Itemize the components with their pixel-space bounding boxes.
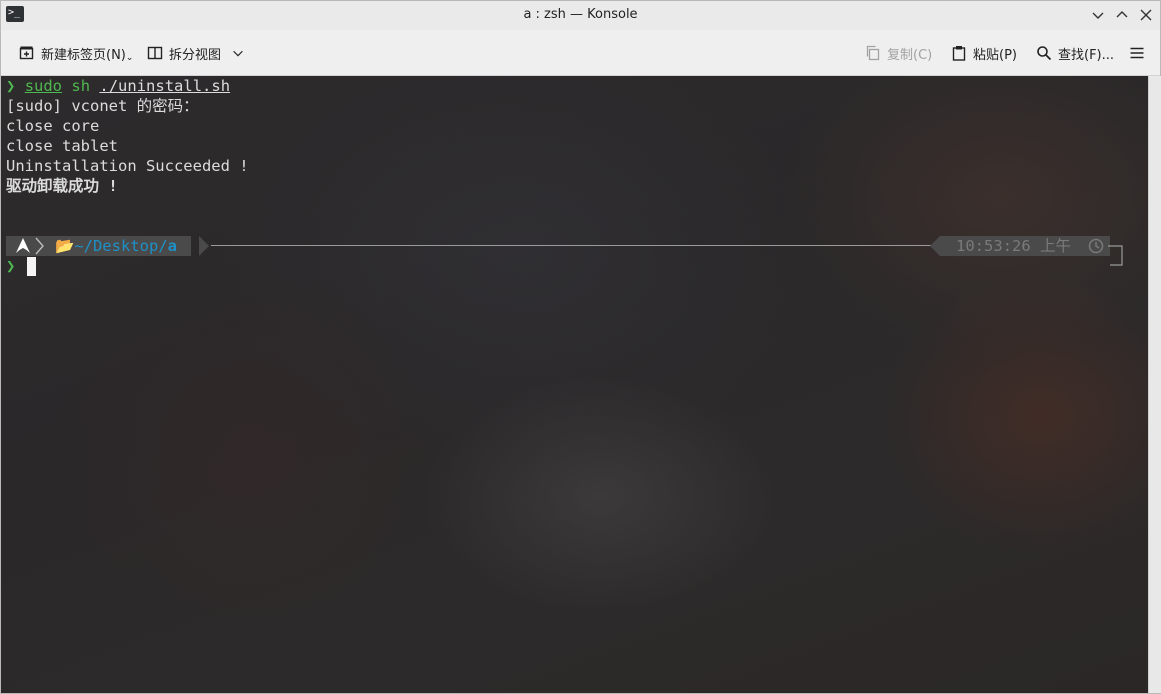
- split-view-icon: [147, 46, 163, 60]
- segment-arrow-icon: [199, 236, 209, 256]
- segment-arrow-icon: [930, 236, 940, 256]
- window-title: a : zsh — Konsole: [523, 7, 638, 22]
- new-tab-label: 新建标签页(N): [41, 47, 126, 63]
- text-cursor: [27, 257, 36, 276]
- search-icon: [1037, 46, 1052, 61]
- konsole-window: >_ a : zsh — Konsole 新建标签页(N) ⌄ 拆分视图 复制(…: [0, 0, 1161, 694]
- prompt-bar: 📂~/Desktop/a 10:53:26 上午: [6, 236, 1124, 266]
- cmd-sh: sh: [71, 77, 91, 95]
- new-tab-icon: [19, 46, 34, 60]
- close-button[interactable]: [1136, 5, 1156, 25]
- cmd-sudo: sudo: [24, 77, 63, 95]
- clock-icon: [1088, 238, 1104, 254]
- output-line: close core: [6, 117, 100, 135]
- prompt-symbol: ❯: [6, 77, 16, 95]
- paste-icon: [952, 46, 966, 61]
- output-line: close tablet: [6, 137, 118, 155]
- dir-prefix: ~/Desktop/: [74, 237, 168, 255]
- output-line: Uninstallation Succeeded !: [6, 157, 249, 175]
- prompt-symbol: ❯: [6, 257, 16, 275]
- chevron-up-icon: [1116, 11, 1128, 18]
- copy-icon: [866, 45, 880, 61]
- find-label: 查找(F)...: [1058, 47, 1115, 63]
- chevron-down-icon: ⌄: [125, 53, 134, 63]
- chevron-down-icon: [1092, 12, 1104, 19]
- close-icon: [1140, 9, 1152, 21]
- folder-icon: 📂: [55, 237, 75, 255]
- scrollbar[interactable]: [1148, 76, 1161, 693]
- chevron-down-icon: [233, 50, 243, 57]
- toolbar: 新建标签页(N) ⌄ 拆分视图 复制(C) 粘贴(P) 查找(F)...: [1, 30, 1160, 76]
- paste-button[interactable]: 粘贴(P): [951, 42, 1017, 64]
- split-view-button[interactable]: 拆分视图: [147, 42, 245, 64]
- output-line: [sudo] vconet 的密码：: [6, 97, 199, 115]
- maximize-button[interactable]: [1112, 5, 1132, 25]
- cmd-script: ./uninstall.sh: [99, 77, 231, 95]
- minimize-button[interactable]: [1088, 5, 1108, 25]
- arch-segment: [6, 236, 52, 256]
- copy-label: 复制(C): [887, 47, 933, 63]
- output-line: 驱动卸载成功 !: [6, 177, 118, 195]
- time-segment: 10:53:26 上午: [940, 236, 1110, 256]
- hamburger-menu-button[interactable]: [1129, 42, 1145, 64]
- paste-label: 粘贴(P): [973, 47, 1017, 63]
- dir-current: a: [167, 237, 177, 255]
- directory-segment: 📂~/Desktop/a: [52, 236, 191, 256]
- command-line: ❯ sudo sh ./uninstall.sh: [6, 76, 230, 96]
- prompt-filler-line: [211, 245, 934, 246]
- split-view-label: 拆分视图: [169, 47, 222, 63]
- arch-logo-icon: [16, 237, 44, 255]
- prompt-bracket: [1108, 245, 1123, 266]
- title-bar[interactable]: >_ a : zsh — Konsole: [1, 1, 1160, 30]
- prompt-time: 10:53:26 上午: [956, 237, 1071, 255]
- terminal-view[interactable]: ❯ sudo sh ./uninstall.sh [sudo] vconet 的…: [1, 76, 1148, 693]
- find-button[interactable]: 查找(F)...: [1036, 42, 1114, 64]
- hamburger-menu-icon: [1130, 47, 1144, 59]
- new-tab-button[interactable]: 新建标签页(N) ⌄: [19, 42, 133, 64]
- copy-button[interactable]: 复制(C): [865, 42, 932, 64]
